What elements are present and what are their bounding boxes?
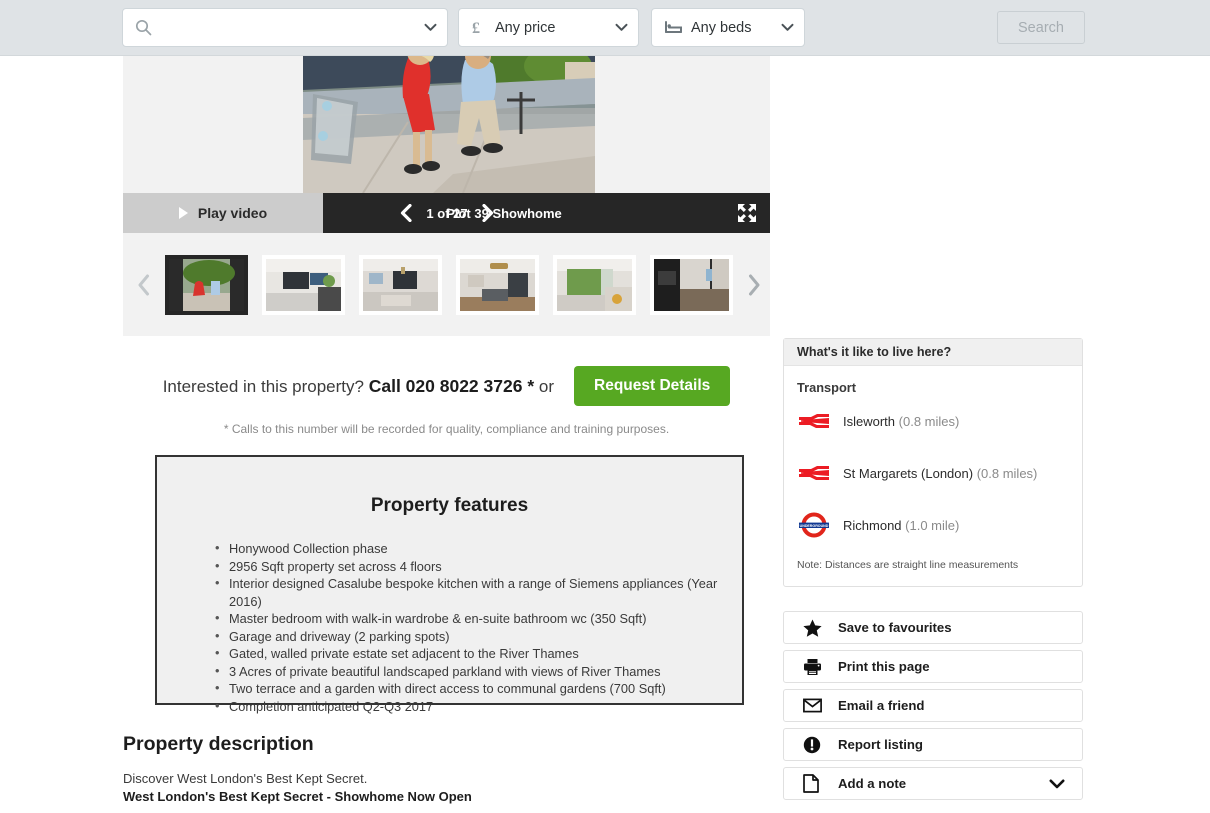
chevron-down-icon — [781, 23, 794, 32]
property-features-title: Property features — [370, 495, 529, 516]
email-friend-label: Email a friend — [838, 698, 925, 713]
description-line-1: Discover West London's Best Kept Secret. — [123, 771, 368, 786]
header-search-bar: £ Any price Any beds Search — [0, 0, 1210, 56]
national-rail-icon — [797, 411, 843, 431]
svg-text:£: £ — [472, 20, 480, 36]
feature-item: Completion anticipated Q2-Q3 2017 — [215, 697, 742, 716]
search-icon — [135, 19, 152, 36]
thumbnail-item[interactable] — [165, 254, 248, 315]
chevron-left-icon[interactable] — [400, 203, 413, 223]
feature-item: 3 Acres of private beautiful landscaped … — [215, 662, 742, 681]
transport-station-name: Isleworth — [843, 413, 896, 429]
live-here-title: What's it like to live here? — [784, 339, 1082, 366]
chevron-right-icon[interactable] — [481, 203, 494, 223]
cta-or-text: or — [538, 376, 554, 396]
transport-item: UNDERGROUND Richmond (1.0 mile) — [784, 499, 1082, 551]
thumbnail-item[interactable] — [553, 254, 636, 315]
chevron-down-icon — [615, 23, 628, 32]
search-field-container[interactable] — [122, 8, 448, 47]
expand-fullscreen-icon[interactable] — [737, 203, 757, 223]
gallery-counter-label: 1 of 27 — [426, 205, 468, 221]
cta-lead-text: Interested in this property? — [162, 376, 364, 396]
feature-item: Interior designed Casalube bespoke kitch… — [215, 574, 742, 610]
transport-distance: (0.8 miles) — [898, 413, 960, 429]
cta-phone-number: Call 020 8022 3726 * — [368, 375, 535, 396]
feature-item: 2956 Sqft property set across 4 floors — [215, 557, 742, 576]
contact-cta-section: Interested in this property? Call 020 80… — [123, 362, 770, 436]
report-listing-button[interactable]: Report listing — [783, 728, 1083, 761]
thumbnail-strip — [123, 233, 770, 336]
cta-text-block: Interested in this property? Call 020 80… — [163, 376, 554, 397]
print-page-button[interactable]: Print this page — [783, 650, 1083, 683]
national-rail-icon — [797, 463, 843, 483]
thumbnail-item[interactable] — [359, 254, 442, 315]
property-description-section: Property description Discover West Londo… — [123, 733, 743, 806]
transport-item: Isleworth (0.8 miles) — [784, 395, 1082, 447]
transport-section-title: Transport — [797, 380, 857, 395]
play-video-button[interactable]: Play video — [123, 193, 323, 233]
request-details-button[interactable]: Request Details — [574, 366, 731, 406]
play-triangle-icon — [178, 207, 188, 219]
london-underground-icon: UNDERGROUND — [797, 512, 843, 538]
transport-distance: (0.8 miles) — [976, 465, 1038, 481]
add-note-label: Add a note — [838, 776, 907, 791]
thumbnail-item[interactable] — [456, 254, 539, 315]
email-friend-button[interactable]: Email a friend — [783, 689, 1083, 722]
chevron-down-icon[interactable] — [424, 23, 437, 32]
transport-note: Note: Distances are straight line measur… — [797, 559, 1019, 571]
thumbnail-item[interactable] — [650, 254, 733, 315]
transport-station-name: St Margarets (London) — [843, 465, 974, 481]
transport-station-name: Richmond — [843, 517, 902, 533]
feature-item: Honywood Collection phase — [215, 539, 742, 558]
price-filter-label: Any price — [495, 19, 556, 36]
feature-item: Garage and driveway (2 parking spots) — [215, 627, 742, 646]
document-icon — [803, 774, 838, 793]
search-submit-button[interactable]: Search — [997, 11, 1085, 44]
feature-item: Gated, walled private estate set adjacen… — [215, 644, 742, 663]
thumbnail-item[interactable] — [262, 254, 345, 315]
feature-item: Two terrace and a garden with direct acc… — [215, 679, 742, 698]
save-to-favourites-button[interactable]: Save to favourites — [783, 611, 1083, 644]
chevron-down-icon[interactable] — [1049, 778, 1065, 789]
thumbnail-next-arrow[interactable] — [733, 274, 775, 296]
gallery-counter-group: 1 of 27 — [400, 193, 494, 233]
hero-photo[interactable] — [303, 56, 595, 193]
play-video-label: Play video — [197, 205, 268, 221]
svg-text:UNDERGROUND: UNDERGROUND — [800, 524, 829, 528]
live-here-panel: What's it like to live here? Transport I… — [783, 338, 1083, 587]
gallery-control-bar: Play video Plot 39 Showhome 1 of 27 — [123, 193, 770, 233]
transport-label: Isleworth (0.8 miles) — [843, 414, 959, 429]
add-note-button[interactable]: Add a note — [783, 767, 1083, 800]
property-features-list: Honywood Collection phase 2956 Sqft prop… — [157, 539, 742, 716]
property-description-title: Property description — [123, 733, 314, 755]
transport-distance: (1.0 mile) — [905, 517, 960, 533]
thumbnail-prev-arrow[interactable] — [123, 274, 165, 296]
bed-icon — [665, 21, 682, 34]
description-line-2: West London's Best Kept Secret - Showhom… — [123, 789, 472, 804]
save-to-favourites-label: Save to favourites — [838, 620, 952, 635]
print-page-label: Print this page — [838, 659, 930, 674]
property-features-box: Property features Honywood Collection ph… — [155, 455, 744, 714]
feature-item: Master bedroom with walk-in wardrobe & e… — [215, 609, 742, 628]
report-listing-label: Report listing — [838, 737, 923, 752]
beds-filter-label: Any beds — [691, 19, 752, 36]
transport-item: St Margarets (London) (0.8 miles) — [784, 447, 1082, 499]
price-filter-select[interactable]: £ Any price — [458, 8, 639, 47]
printer-icon — [803, 658, 838, 676]
transport-label: Richmond (1.0 mile) — [843, 518, 959, 533]
property-gallery: Play video Plot 39 Showhome 1 of 27 — [123, 56, 770, 336]
transport-label: St Margarets (London) (0.8 miles) — [843, 466, 1037, 481]
exclamation-circle-icon — [803, 736, 838, 754]
pound-icon: £ — [472, 19, 486, 37]
star-icon — [803, 619, 838, 637]
cta-disclaimer: * Calls to this number will be recorded … — [223, 422, 670, 436]
search-input[interactable] — [160, 18, 424, 37]
beds-filter-select[interactable]: Any beds — [651, 8, 805, 47]
envelope-icon — [803, 698, 838, 713]
